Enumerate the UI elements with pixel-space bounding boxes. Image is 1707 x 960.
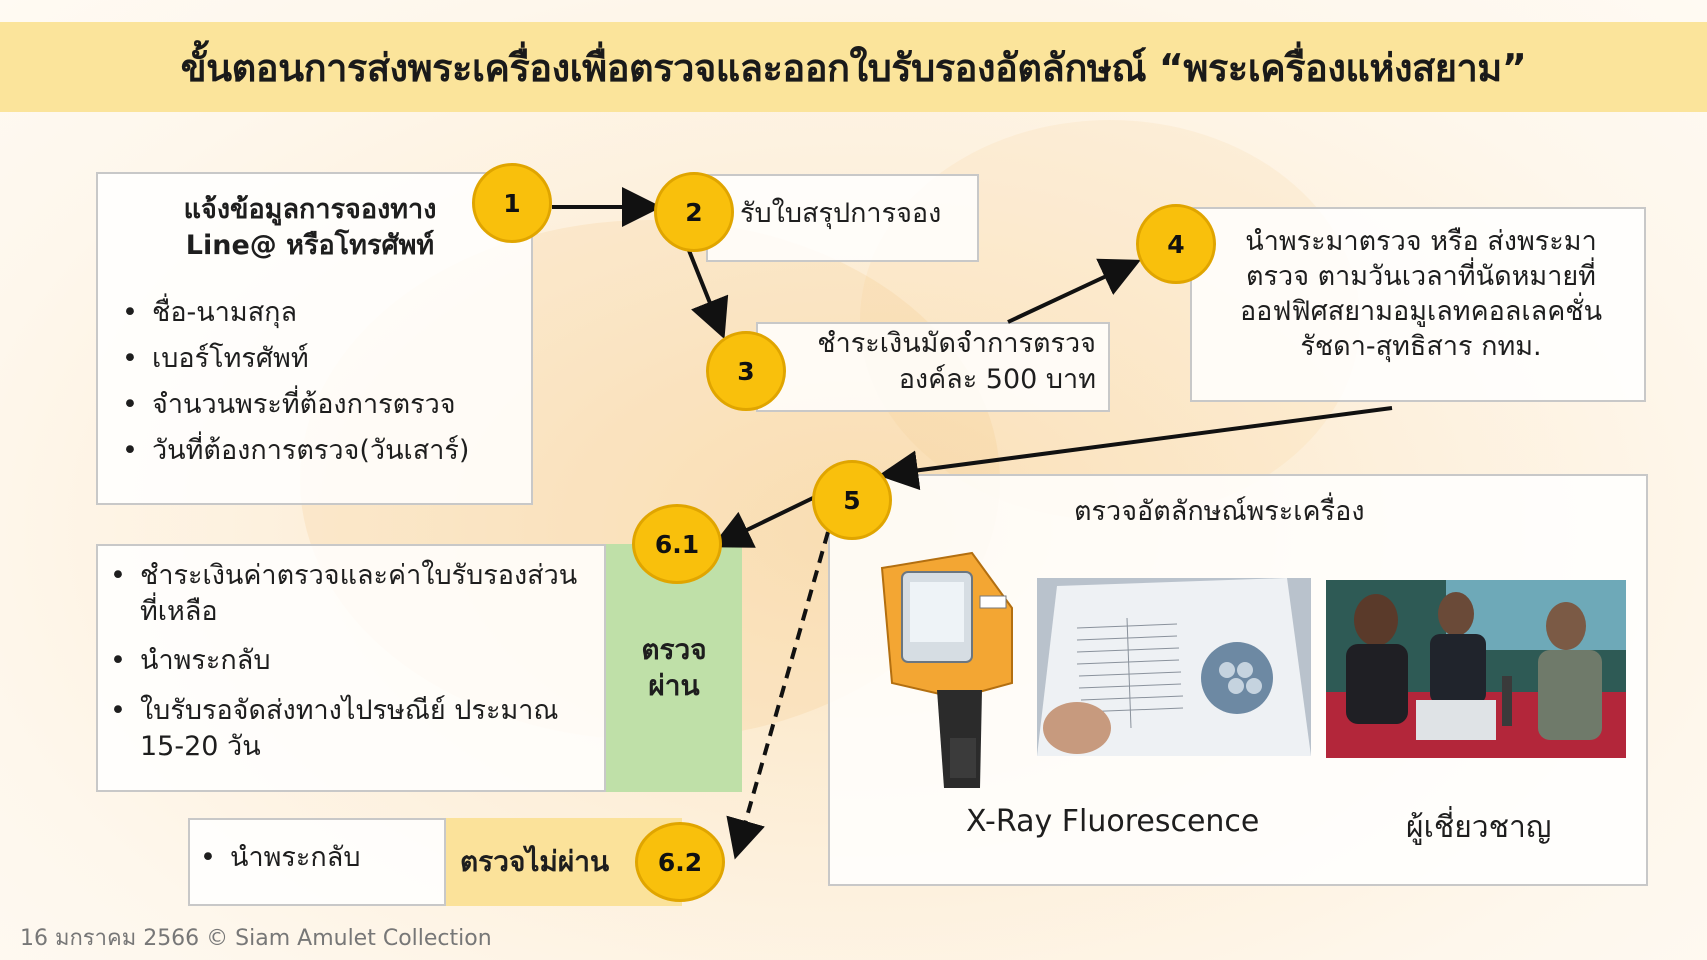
- step-number-2: 2: [654, 172, 734, 252]
- arrow-3-to-4: [1007, 258, 1141, 324]
- step-number-3: 3: [706, 331, 786, 411]
- step-number-6-2: 6.2: [635, 822, 725, 902]
- arrow-5-to-62: [726, 531, 830, 860]
- step-number-4: 4: [1136, 204, 1216, 284]
- step-number-6-1: 6.1: [632, 504, 722, 584]
- arrow-4-to-5: [878, 406, 1393, 491]
- step-number-1: 1: [472, 163, 552, 243]
- arrow-5-to-61: [711, 495, 816, 548]
- arrow-2-to-3: [686, 247, 729, 340]
- step-number-5: 5: [812, 460, 892, 540]
